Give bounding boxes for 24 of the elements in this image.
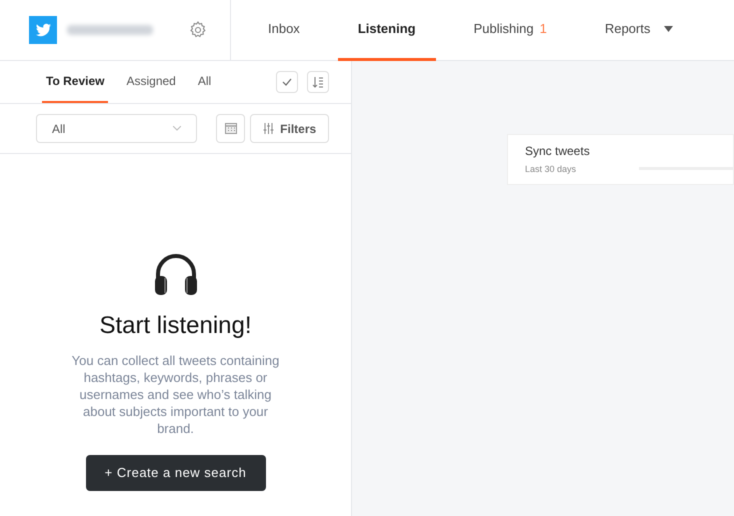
filter-tab[interactable]: All: [194, 61, 216, 103]
sliders-icon: [263, 123, 274, 134]
sort-icon: [312, 76, 324, 88]
check-icon: [282, 78, 292, 86]
count-label: 1: [540, 20, 547, 38]
card-subtitle: Last 30 days: [525, 163, 578, 176]
empty-state-description: You can collect all tweets containing hashtags, keywords, phrases or usernames and see who’s talking about subjects important to your brand.: [70, 352, 280, 437]
empty-state-title: Start listening!: [99, 311, 252, 341]
chevron-down-icon: [173, 126, 182, 131]
select-dropdown[interactable]: All: [36, 114, 198, 143]
sort-button[interactable]: [307, 71, 329, 93]
filters-button[interactable]: Filters: [250, 114, 329, 143]
filter-tab[interactable]: To Review: [42, 61, 108, 103]
create-search-button[interactable]: + Create a new search: [86, 455, 266, 491]
calendar-icon: [224, 123, 237, 134]
settings-icon[interactable]: [188, 20, 208, 40]
check-button[interactable]: [276, 71, 298, 93]
nav-tab[interactable]: Reports: [584, 0, 694, 61]
nav-tab[interactable]: Inbox: [248, 0, 320, 61]
calendar-button[interactable]: [216, 114, 246, 143]
card-title: Sync tweets: [525, 143, 590, 160]
filter-tab[interactable]: Assigned: [122, 61, 180, 103]
twitter-logo-icon: [29, 16, 57, 44]
nav-tab[interactable]: Publishing 1: [454, 0, 567, 61]
